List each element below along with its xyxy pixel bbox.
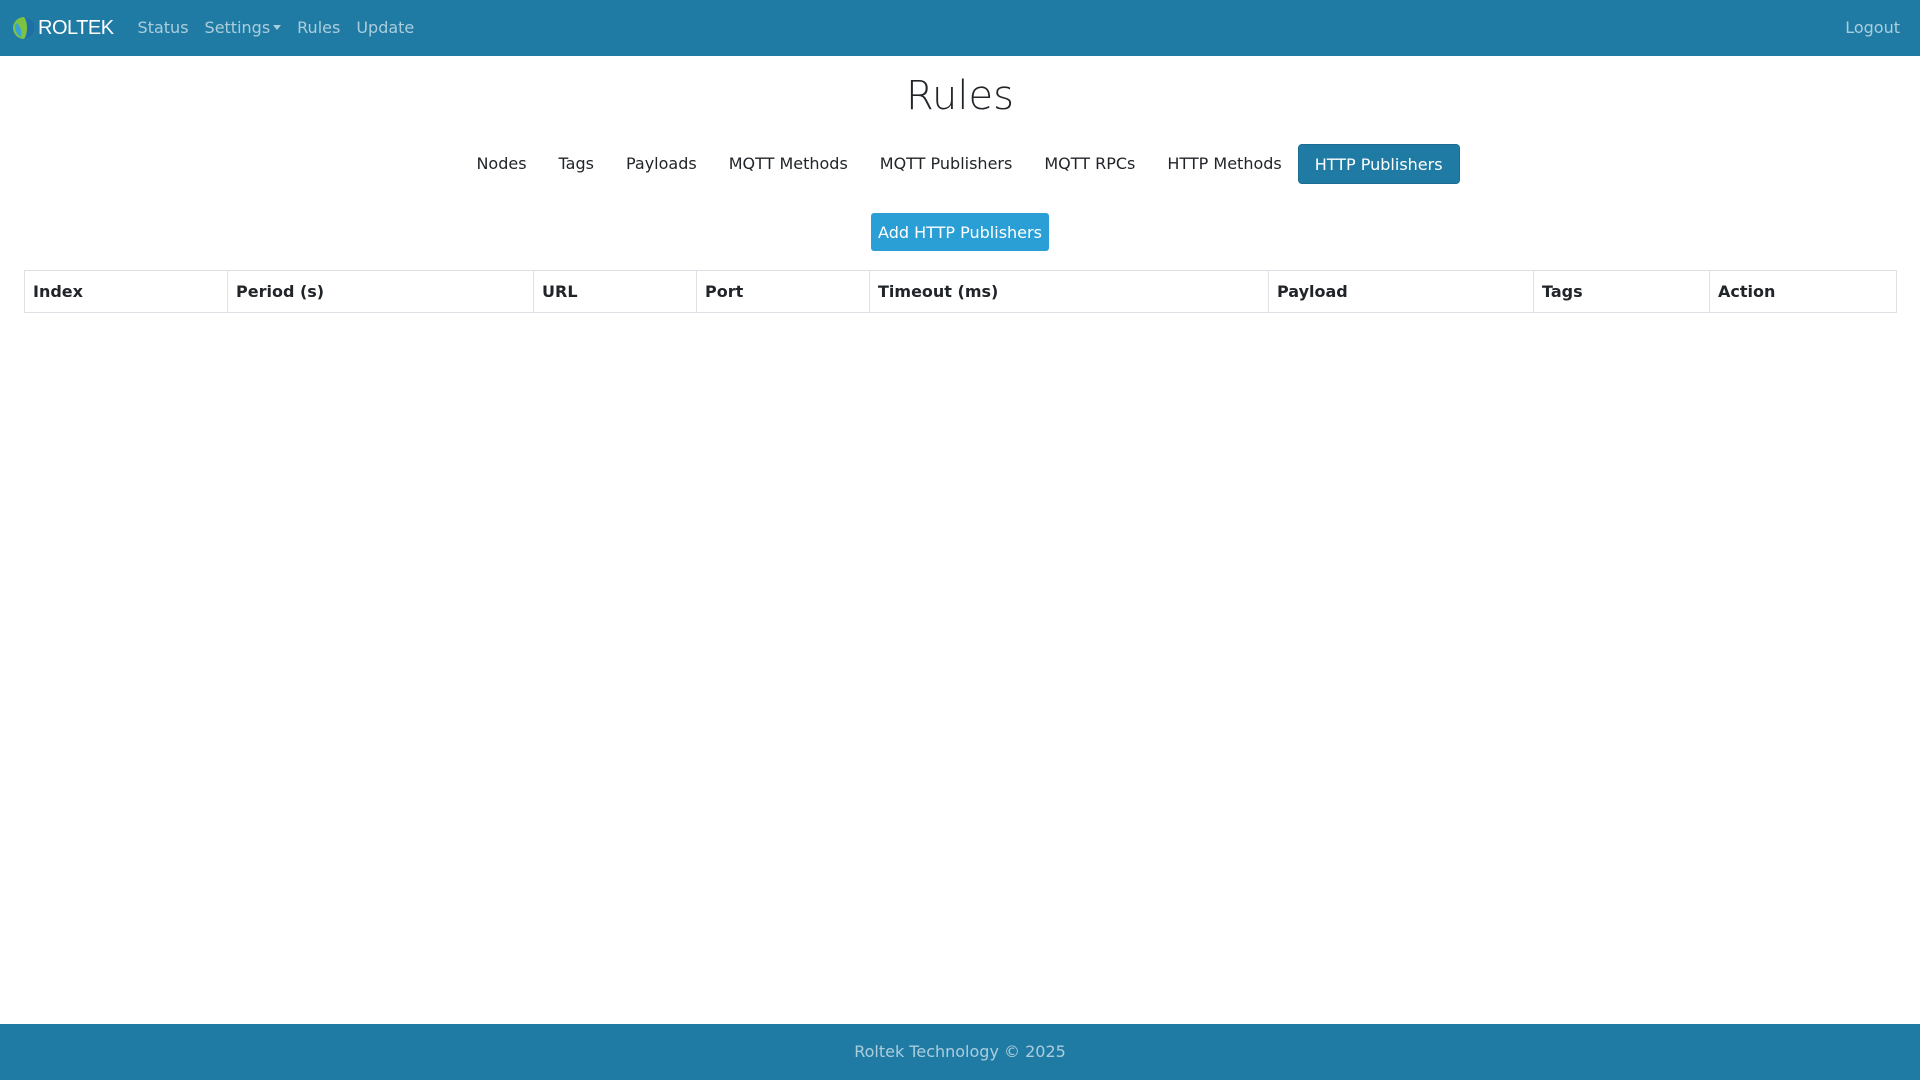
column-header-period[interactable]: Period (s) [227, 270, 534, 313]
table-header-row: Index Period (s) URL Port Timeout (ms) P… [24, 270, 1897, 313]
brand-name: ROLTEK [38, 16, 114, 39]
add-http-publishers-button[interactable]: Add HTTP Publishers [871, 213, 1049, 251]
top-navbar: ROLTEK Status Settings Rules Update Logo… [0, 0, 1920, 56]
tab-nodes[interactable]: Nodes [460, 144, 542, 184]
nav-link-rules[interactable]: Rules [289, 0, 348, 56]
tab-tags[interactable]: Tags [543, 144, 610, 184]
logout-link[interactable]: Logout [1837, 0, 1908, 56]
page-footer: Roltek Technology © 2025 [0, 1024, 1920, 1080]
column-header-index[interactable]: Index [24, 270, 228, 313]
tab-mqtt-publishers[interactable]: MQTT Publishers [864, 144, 1029, 184]
nav-link-update[interactable]: Update [348, 0, 422, 56]
table-header: Index Period (s) URL Port Timeout (ms) P… [24, 270, 1897, 313]
roltek-logo-icon [13, 17, 35, 39]
tab-http-methods[interactable]: HTTP Methods [1151, 144, 1297, 184]
caret-down-icon [273, 25, 282, 30]
http-publishers-table: Index Period (s) URL Port Timeout (ms) P… [24, 270, 1897, 313]
tab-mqtt-methods[interactable]: MQTT Methods [713, 144, 864, 184]
brand-logo-link[interactable]: ROLTEK [12, 0, 114, 56]
rules-tabs: Nodes Tags Payloads MQTT Methods MQTT Pu… [0, 144, 1920, 184]
nav-dropdown-settings[interactable]: Settings [197, 0, 290, 56]
tab-mqtt-rpcs[interactable]: MQTT RPCs [1028, 144, 1151, 184]
column-header-port[interactable]: Port [696, 270, 870, 313]
column-header-timeout[interactable]: Timeout (ms) [869, 270, 1269, 313]
column-header-payload[interactable]: Payload [1268, 270, 1534, 313]
column-header-action[interactable]: Action [1709, 270, 1897, 313]
tab-http-publishers[interactable]: HTTP Publishers [1297, 144, 1460, 184]
tab-payloads[interactable]: Payloads [610, 144, 713, 184]
nav-link-status[interactable]: Status [130, 0, 197, 56]
footer-copyright: Roltek Technology © 2025 [854, 1042, 1066, 1061]
column-header-tags[interactable]: Tags [1533, 270, 1710, 313]
nav-settings-label: Settings [204, 18, 271, 37]
page-title: Rules [906, 73, 1014, 119]
column-header-url[interactable]: URL [533, 270, 697, 313]
